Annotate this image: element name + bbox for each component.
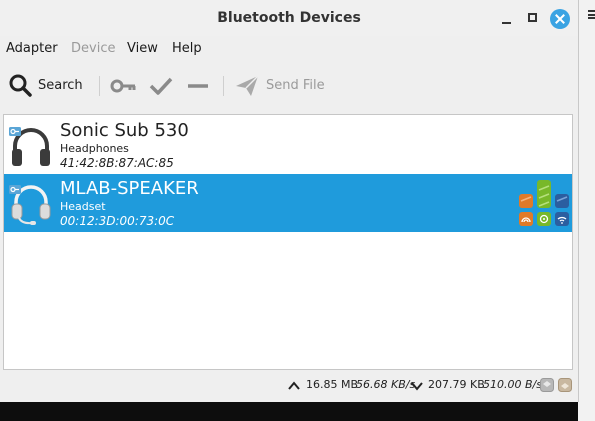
download-arrow-icon [411,382,423,391]
connection-status-icons [519,180,569,226]
toolbar-separator [99,76,100,96]
wireless-icon [555,212,569,226]
device-row[interactable]: Sonic Sub 530 Headphones 41:42:8B:87:AC:… [4,116,572,174]
toolbar-separator [223,76,224,96]
battery-status-icon [519,194,533,208]
statusbar: 16.85 MB 56.68 KB/s 207.79 KB 510.00 B/s [0,372,578,400]
device-type: Headset [60,200,106,213]
device-list[interactable]: Sonic Sub 530 Headphones 41:42:8B:87:AC:… [3,114,573,370]
send-file-button[interactable]: Send File [234,72,326,100]
menubar: Adapter Device View Help [0,38,578,62]
trust-button[interactable] [148,74,174,98]
menu-adapter[interactable]: Adapter [6,41,58,56]
link-quality-icon [555,194,569,208]
tx-indicator-icon [540,378,554,392]
menu-icon [588,10,595,19]
background-panel-corner [578,402,595,421]
window-title: Bluetooth Devices [217,10,361,26]
send-file-label: Send File [266,78,325,93]
rx-indicator-icon [558,378,572,392]
device-address: 41:42:8B:87:AC:85 [60,156,174,170]
device-type: Headphones [60,142,129,155]
device-name: Sonic Sub 530 [60,120,189,141]
device-address: 00:12:3D:00:73:0C [60,214,175,228]
checkmark-icon [149,77,173,95]
upload-rate: 56.68 KB/s [356,378,416,391]
search-label: Search [38,78,83,93]
audio-profile-icon [519,212,533,226]
toolbar: Search Send File [0,64,578,108]
remove-button[interactable] [185,74,211,98]
send-icon [236,75,259,96]
upload-arrow-icon [288,381,300,390]
headphones-icon [9,127,50,166]
menu-view[interactable]: View [127,41,158,56]
close-button[interactable] [550,9,570,29]
headset-icon [9,185,51,225]
signal-strength-icon [537,180,551,208]
device-name: MLAB-SPEAKER [60,178,199,199]
connected-icon [537,212,551,226]
search-button[interactable]: Search [6,72,84,100]
download-rate: 510.00 B/s [483,378,542,391]
key-icon [110,79,136,93]
pair-button[interactable] [110,74,138,98]
menu-device[interactable]: Device [71,41,115,56]
background-window-edge [578,0,595,421]
minimize-button[interactable] [497,9,517,29]
titlebar[interactable]: Bluetooth Devices [0,0,578,36]
minus-icon [188,84,208,88]
upload-total: 16.85 MB [306,378,359,391]
device-row[interactable]: MLAB-SPEAKER Headset 00:12:3D:00:73:0C [4,174,572,232]
download-total: 207.79 KB [428,378,485,391]
background-desktop [0,402,595,421]
bluetooth-window: Bluetooth Devices Adapter Device View He… [0,0,579,402]
menu-help[interactable]: Help [172,41,202,56]
search-icon [9,74,32,97]
maximize-button[interactable] [523,9,543,29]
